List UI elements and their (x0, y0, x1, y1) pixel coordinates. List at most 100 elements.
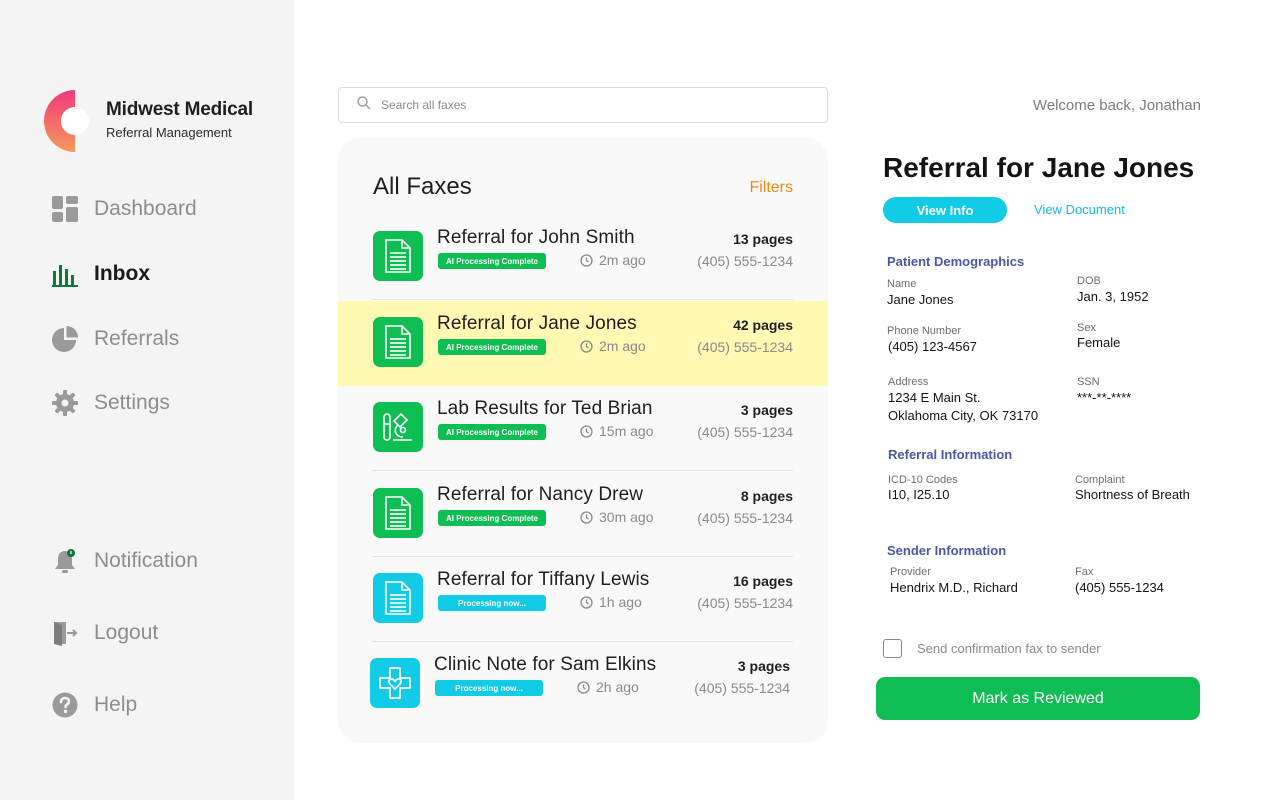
lab-microscope-icon (373, 402, 423, 452)
row-divider (372, 470, 793, 471)
search-icon (357, 95, 371, 115)
fax-time: 2h ago (577, 679, 639, 695)
section-referral-information: Referral Information (888, 447, 1013, 462)
fax-row-ted-brian[interactable]: Lab Results for Ted Brian AI Processing … (338, 386, 828, 471)
document-icon (373, 488, 423, 538)
fax-time-text: 2m ago (599, 338, 646, 354)
sidebar-item-referrals[interactable]: Referrals (52, 326, 179, 352)
fax-time-text: 2h ago (596, 679, 639, 695)
sidebar-item-label: Logout (94, 621, 159, 644)
pie-chart-icon (52, 326, 78, 352)
document-icon (373, 573, 423, 623)
brand-name: Midwest Medical (106, 99, 253, 120)
clock-icon (580, 510, 593, 524)
sidebar-item-inbox[interactable]: Inbox (52, 261, 150, 287)
sidebar-item-dashboard[interactable]: Dashboard (52, 196, 197, 222)
fax-pages: 8 pages (740, 488, 793, 504)
sidebar-item-help[interactable]: Help (52, 692, 137, 718)
fax-time-text: 30m ago (599, 509, 654, 525)
tab-view-info[interactable]: View Info (883, 197, 1007, 223)
fax-phone: (405) 555-1234 (697, 339, 793, 355)
fax-list-title: All Faxes (373, 173, 472, 200)
fax-pages: 16 pages (733, 573, 793, 589)
fax-time-text: 2m ago (599, 252, 646, 268)
fax-time: 2m ago (580, 338, 646, 354)
fax-title: Lab Results for Ted Brian (437, 398, 653, 419)
status-badge: AI Processing Complete (438, 253, 546, 269)
sidebar-item-label: Dashboard (94, 197, 197, 220)
row-divider (372, 299, 793, 300)
status-badge: AI Processing Complete (438, 424, 546, 440)
field-label-name: Name (887, 278, 917, 290)
fax-row-nancy-drew[interactable]: Referral for Nancy Drew AI Processing Co… (338, 472, 828, 557)
field-value-address-line1: 1234 E Main St. (888, 390, 981, 405)
tab-view-document[interactable]: View Document (1034, 202, 1125, 217)
fax-time-text: 1h ago (599, 594, 642, 610)
fax-time: 1h ago (580, 594, 642, 610)
field-value-fax: (405) 555-1234 (1075, 580, 1164, 595)
field-label-address: Address (888, 376, 929, 388)
fax-title: Referral for Jane Jones (437, 313, 637, 334)
fax-phone: (405) 555-1234 (697, 510, 793, 526)
sidebar-item-label: Help (94, 693, 138, 716)
sidebar: Midwest Medical Referral Management Dash… (0, 0, 294, 800)
confirm-fax-label: Send confirmation fax to sender (917, 641, 1101, 656)
field-label-phone: Phone Number (887, 325, 961, 337)
fax-title: Referral for John Smith (437, 227, 635, 248)
sidebar-item-label: Referrals (94, 327, 180, 350)
fax-time-text: 15m ago (599, 423, 654, 439)
field-value-phone: (405) 123-4567 (888, 339, 977, 354)
field-value-icd: I10, I25.10 (888, 487, 950, 502)
bar-chart-icon (52, 261, 78, 287)
field-label-icd: ICD-10 Codes (888, 474, 958, 486)
search-bar[interactable] (338, 87, 828, 123)
clock-icon (577, 680, 590, 694)
gear-icon (52, 390, 78, 416)
fax-row-sam-elkins[interactable]: Clinic Note for Sam Elkins Processing no… (338, 642, 825, 727)
mark-as-reviewed-button[interactable]: Mark as Reviewed (876, 677, 1200, 720)
document-icon (373, 317, 423, 367)
field-value-ssn: ***-**-**** (1077, 390, 1132, 405)
status-badge: Processing now... (435, 680, 543, 696)
field-value-name: Jane Jones (887, 292, 954, 307)
clock-icon (580, 339, 593, 353)
bell-icon (52, 548, 78, 574)
field-value-sex: Female (1077, 335, 1121, 350)
field-value-provider: Hendrix M.D., Richard (890, 580, 1018, 595)
field-value-dob: Jan. 3, 1952 (1077, 289, 1149, 304)
sidebar-item-notification[interactable]: Notification (52, 548, 198, 574)
fax-time: 15m ago (580, 423, 653, 439)
medical-cross-heart-icon (370, 658, 420, 708)
field-label-complaint: Complaint (1075, 474, 1125, 486)
brand-subtitle: Referral Management (106, 125, 232, 140)
section-patient-demographics: Patient Demographics (887, 254, 1025, 269)
fax-row-jane-jones[interactable]: Referral for Jane Jones AI Processing Co… (338, 301, 828, 386)
help-question-icon (52, 692, 78, 718)
fax-title: Referral for Tiffany Lewis (437, 569, 650, 590)
sidebar-item-settings[interactable]: Settings (52, 390, 170, 416)
confirm-fax-checkbox[interactable]: Send confirmation fax to sender (883, 639, 1101, 658)
fax-title: Referral for Nancy Drew (437, 484, 644, 505)
fax-row-tiffany-lewis[interactable]: Referral for Tiffany Lewis Processing no… (338, 557, 828, 642)
dashboard-icon (52, 196, 78, 222)
fax-phone: (405) 555-1234 (697, 424, 793, 440)
document-icon (373, 231, 423, 281)
fax-row-john-smith[interactable]: Referral for John Smith AI Processing Co… (338, 215, 828, 300)
field-label-fax: Fax (1075, 566, 1094, 578)
sidebar-item-logout[interactable]: Logout (52, 620, 158, 646)
sidebar-item-label: Notification (94, 549, 198, 572)
status-badge: AI Processing Complete (438, 339, 546, 355)
fax-pages: 42 pages (733, 317, 793, 333)
fax-title: Clinic Note for Sam Elkins (434, 654, 657, 675)
filters-button[interactable]: Filters (749, 179, 793, 197)
fax-pages: 3 pages (737, 658, 790, 674)
search-input[interactable] (381, 98, 801, 112)
fax-time: 2m ago (580, 252, 646, 268)
clock-icon (580, 424, 593, 438)
status-badge: AI Processing Complete (438, 510, 546, 526)
fax-pages: 13 pages (733, 231, 793, 247)
checkbox[interactable] (883, 639, 902, 658)
sidebar-item-label: Inbox (94, 262, 150, 285)
field-label-ssn: SSN (1077, 376, 1100, 388)
status-badge: Processing now... (438, 595, 546, 611)
